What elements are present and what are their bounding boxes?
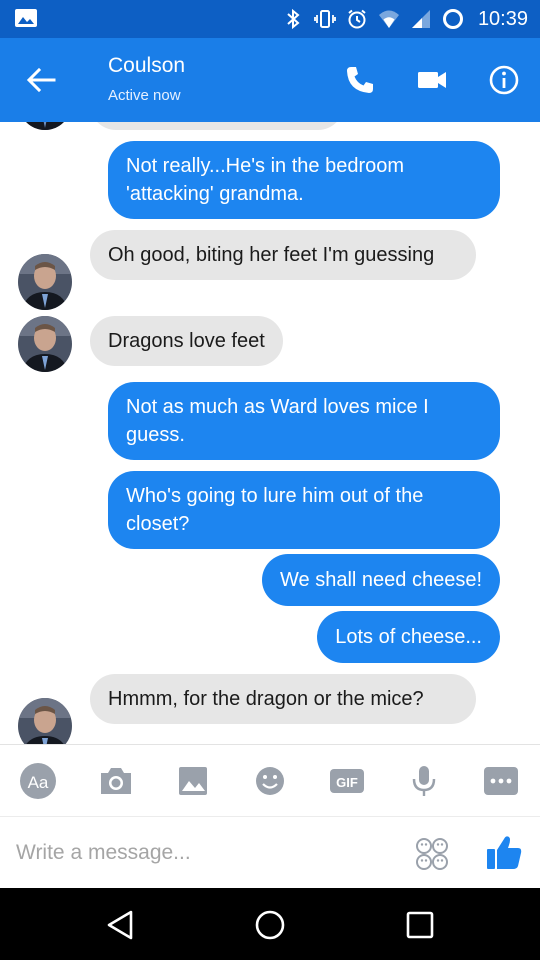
recents-nav-icon[interactable]: [403, 908, 437, 942]
more-icon[interactable]: [482, 763, 520, 799]
alarm-icon: [348, 9, 366, 29]
message-bubble-incoming[interactable]: Oh good, biting her feet I'm guessing: [90, 230, 476, 280]
status-bar: 10:39: [0, 0, 540, 38]
composer-input-row: [0, 816, 540, 888]
avatar: [18, 122, 72, 130]
microphone-icon[interactable]: [405, 763, 443, 799]
image-notification-icon: [15, 9, 37, 27]
contact-name[interactable]: Coulson: [108, 54, 185, 78]
status-time: 10:39: [477, 7, 528, 30]
sticker-icon[interactable]: [414, 837, 450, 871]
vibrate-icon: [314, 10, 336, 28]
back-nav-icon[interactable]: [103, 908, 137, 942]
avatar[interactable]: [18, 698, 72, 744]
message-bubble-outgoing[interactable]: We shall need cheese!: [262, 554, 500, 606]
battery-icon: [442, 9, 463, 29]
composer-toolbar: Aa GIF: [0, 744, 540, 816]
message-bubble-incoming[interactable]: Hmmm, for the dragon or the mice?: [90, 674, 476, 724]
message-bubble-partial: [90, 122, 344, 130]
message-bubble-outgoing[interactable]: Lots of cheese...: [317, 611, 500, 663]
message-list[interactable]: Not really...He's in the bedroom 'attack…: [0, 122, 540, 744]
camera-icon[interactable]: [97, 763, 135, 799]
text-format-icon[interactable]: Aa: [19, 763, 57, 799]
message-input[interactable]: [16, 831, 386, 875]
back-arrow-icon[interactable]: [24, 66, 58, 94]
svg-text:Aa: Aa: [28, 773, 49, 792]
avatar[interactable]: [18, 254, 72, 310]
gallery-icon[interactable]: [174, 763, 212, 799]
contact-status: Active now: [108, 87, 181, 104]
signal-icon: [411, 10, 430, 28]
conversation-header: Coulson Active now: [0, 38, 540, 122]
emoji-icon[interactable]: [251, 763, 289, 799]
home-nav-icon[interactable]: [253, 908, 287, 942]
thumbs-up-icon[interactable]: [484, 833, 524, 873]
bluetooth-icon: [287, 8, 300, 30]
message-bubble-outgoing[interactable]: Not really...He's in the bedroom 'attack…: [108, 141, 500, 219]
message-bubble-outgoing[interactable]: Not as much as Ward loves mice I guess.: [108, 382, 500, 460]
gif-icon[interactable]: GIF: [328, 763, 366, 799]
phone-icon[interactable]: [344, 64, 376, 96]
info-icon[interactable]: [488, 64, 520, 96]
message-bubble-outgoing[interactable]: Who's going to lure him out of the close…: [108, 471, 500, 549]
wifi-icon: [378, 10, 399, 28]
svg-text:GIF: GIF: [336, 775, 358, 790]
video-camera-icon[interactable]: [416, 64, 448, 96]
navigation-bar: [0, 888, 540, 960]
message-bubble-incoming[interactable]: Dragons love feet: [90, 316, 283, 366]
avatar[interactable]: [18, 316, 72, 372]
